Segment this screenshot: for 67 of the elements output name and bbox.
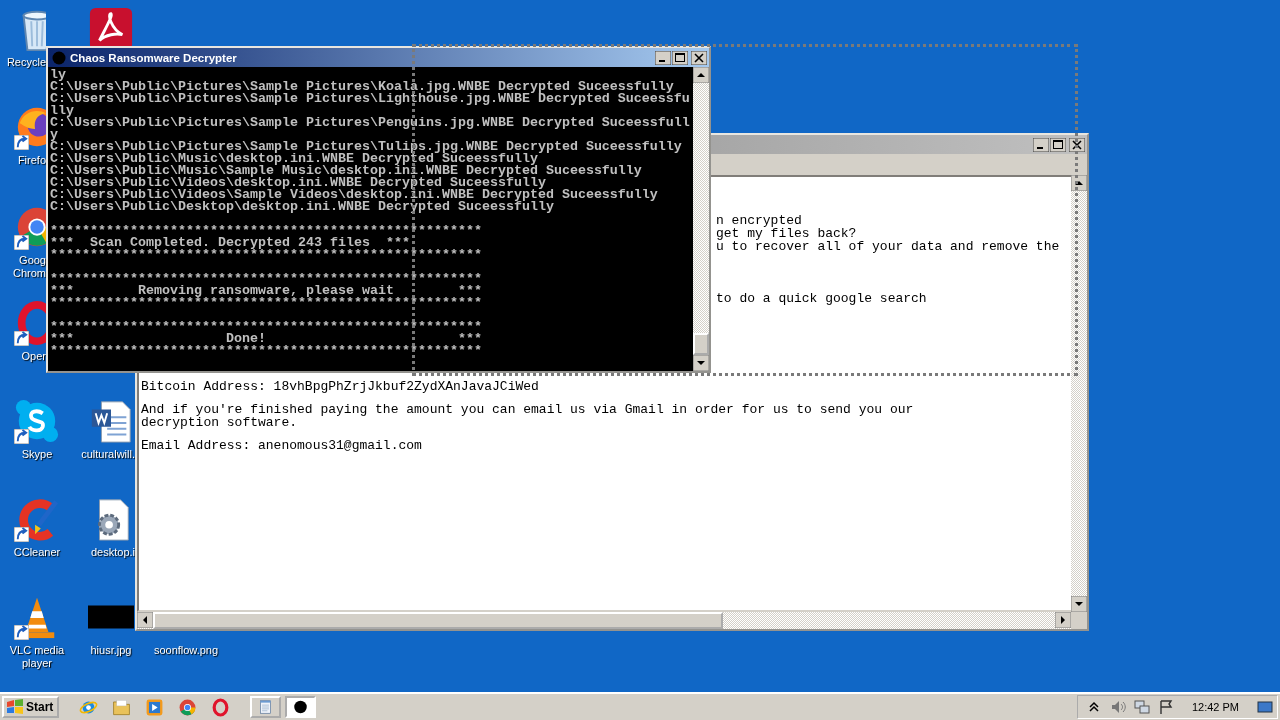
console-line: *** Done! *** xyxy=(50,333,483,345)
icon-label[interactable]: soonflow.png xyxy=(153,644,219,657)
console-line: ****************************************************** xyxy=(50,321,483,333)
taskbar-button[interactable] xyxy=(285,696,317,718)
note-text: And if you're finished paying the amount you can email us via Gmail in order for us to send you our decryption software. xyxy=(141,403,915,429)
note-text: to do a quick google search xyxy=(716,292,927,305)
maximize-button[interactable] xyxy=(672,50,688,65)
icon-label[interactable]: Skype xyxy=(21,448,53,461)
circle-icon xyxy=(52,50,66,65)
scroll-left-button[interactable] xyxy=(137,612,153,628)
note-text: Bitcoin Address: 18vhBpgPhZrjJkbuf2ZydXAnJavaJCiWed xyxy=(141,380,540,393)
network-icon[interactable] xyxy=(1133,699,1150,715)
speech-bubble-icon[interactable] xyxy=(14,398,60,444)
flag-icon[interactable] xyxy=(1157,699,1174,715)
console-line: C:\Users\Public\Pictures\Sample Pictures\Lighthouse.jpg.WNBE Decrypted Suceessfu xyxy=(50,93,691,105)
icon-label[interactable]: Recycle xyxy=(6,56,46,69)
icon-label[interactable]: culturalwill. xyxy=(81,448,135,461)
icon-label[interactable]: Goog Chrom xyxy=(13,254,46,280)
folder-icon[interactable] xyxy=(112,697,132,717)
note-text: Email Address: anenomous31@gmail.com xyxy=(141,439,423,452)
icon-label[interactable]: CCleaner xyxy=(13,546,61,559)
scroll-up-button[interactable] xyxy=(693,67,709,83)
console-line: C:\Users\Public\Music\Sample Music\desktop.ini.WNBE Decrypted Suceessfully xyxy=(50,165,643,177)
show-desktop-icon[interactable] xyxy=(1257,699,1273,715)
console-line: lly xyxy=(50,105,74,117)
wheel-icon[interactable] xyxy=(178,697,198,717)
clock[interactable]: 12:42 PM xyxy=(1191,701,1239,713)
console-line: C:\Users\Public\Videos\Sample Videos\desktop.ini.WNBE Decrypted Suceessfully xyxy=(50,189,659,201)
console-line: C:\Users\Public\Pictures\Sample Pictures\Tulips.jpg.WNBE Decrypted Suceessfully xyxy=(50,141,683,153)
horizontal-scrollbar[interactable] xyxy=(137,612,1071,629)
scroll-thumb[interactable] xyxy=(693,333,709,355)
console-line: C:\Users\Public\Music\desktop.ini.WNBE Decrypted Suceessfully xyxy=(50,153,538,165)
console-line: C:\Users\Public\Pictures\Sample Pictures\Penguins.jpg.WNBE Decrypted Suceessfull xyxy=(50,117,691,129)
scroll-down-button[interactable] xyxy=(1071,596,1087,612)
console-line: ly xyxy=(50,69,66,81)
notepad-icon xyxy=(258,698,274,716)
circle-icon xyxy=(293,698,309,716)
icon-label[interactable]: Oper xyxy=(21,350,46,363)
flag-icon xyxy=(6,699,24,715)
start-button[interactable]: Start xyxy=(2,696,60,718)
console-line: ****************************************************** xyxy=(50,273,483,285)
minimize-button[interactable] xyxy=(655,50,671,65)
icon-label[interactable]: Firefo xyxy=(17,154,46,167)
console-line: ****************************************************** xyxy=(50,297,483,309)
console-line: y xyxy=(50,129,58,141)
console-line: C:\Users\Public\Videos\desktop.ini.WNBE Decrypted Suceessfully xyxy=(50,177,546,189)
scroll-down-button[interactable] xyxy=(693,355,709,371)
document-icon[interactable] xyxy=(88,6,134,46)
console-line: C:\Users\Public\Pictures\Sample Pictures\Koala.jpg.WNBE Decrypted Suceessfully xyxy=(50,81,674,93)
note-text: n encrypted get my files back? u to recover all of your data and remove the xyxy=(716,214,1060,253)
console-line: ****************************************************** xyxy=(50,345,483,357)
scroll-right-button[interactable] xyxy=(1055,612,1071,628)
console-line: ****************************************************** xyxy=(50,249,483,261)
console-line: ****************************************************** xyxy=(50,225,483,237)
vertical-scrollbar[interactable] xyxy=(1071,175,1087,612)
icon-label[interactable]: VLC media player xyxy=(9,644,65,670)
console-line: *** Scan Completed. Decrypted 243 files *** xyxy=(50,237,410,249)
icon-label[interactable]: desktop.i xyxy=(90,546,135,559)
close-button[interactable] xyxy=(691,50,707,65)
console-line: *** Removing ransomware, please wait *** xyxy=(50,285,483,297)
icon-label[interactable]: hiusr.jpg xyxy=(90,644,132,657)
speaker-icon[interactable] xyxy=(1109,699,1126,715)
play-icon[interactable] xyxy=(145,697,165,717)
vertical-scrollbar[interactable] xyxy=(693,67,709,371)
window-title: Chaos Ransomware Decrypter xyxy=(70,51,238,64)
console-line: C:\Users\Public\Desktop\desktop.ini.WNBE Decrypted Suceessfully xyxy=(50,201,555,213)
ring-icon[interactable] xyxy=(211,697,231,717)
